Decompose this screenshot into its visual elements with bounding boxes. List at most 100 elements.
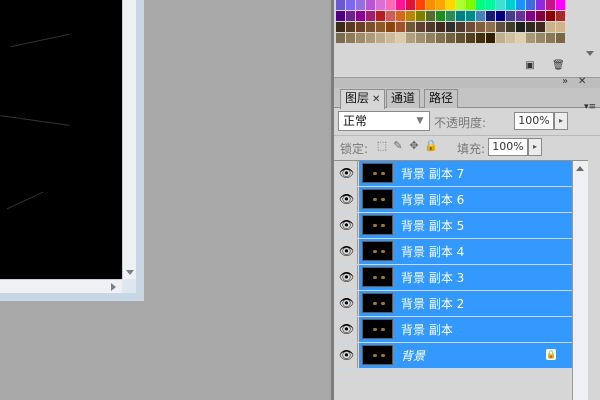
chevron-down-icon[interactable]: ▼ xyxy=(413,112,427,130)
color-swatch[interactable] xyxy=(516,0,525,10)
color-swatch[interactable] xyxy=(346,22,355,32)
color-swatch[interactable] xyxy=(516,33,525,43)
color-swatch[interactable] xyxy=(346,33,355,43)
color-swatch[interactable] xyxy=(356,22,365,32)
color-swatch[interactable] xyxy=(426,11,435,21)
color-swatch[interactable] xyxy=(456,22,465,32)
color-swatch[interactable] xyxy=(436,0,445,10)
layer-row[interactable]: 👁 背景 副本 5 xyxy=(334,213,572,239)
color-swatch[interactable] xyxy=(336,33,345,43)
color-swatch[interactable] xyxy=(436,33,445,43)
eye-icon[interactable]: 👁 xyxy=(339,219,354,231)
color-swatch[interactable] xyxy=(416,33,425,43)
color-swatch[interactable] xyxy=(426,0,435,10)
color-swatch[interactable] xyxy=(406,22,415,32)
visibility-toggle[interactable]: 👁 xyxy=(334,161,358,186)
color-swatch[interactable] xyxy=(396,0,405,10)
color-swatch[interactable] xyxy=(506,0,515,10)
color-swatch[interactable] xyxy=(466,22,475,32)
layer-row[interactable]: 👁 背景 副本 3 xyxy=(334,265,572,291)
scroll-up-arrow-icon[interactable] xyxy=(576,166,584,171)
color-swatch[interactable] xyxy=(406,33,415,43)
lock-all-icon[interactable]: 🔒 xyxy=(424,140,438,152)
color-swatch[interactable] xyxy=(526,22,535,32)
color-swatch[interactable] xyxy=(526,0,535,10)
color-swatch[interactable] xyxy=(386,33,395,43)
scroll-down-arrow-icon[interactable] xyxy=(126,270,134,275)
color-swatch[interactable] xyxy=(356,11,365,21)
color-swatch[interactable] xyxy=(456,11,465,21)
color-swatch[interactable] xyxy=(366,33,375,43)
layer-body[interactable]: 背景 副本 3 xyxy=(359,265,572,290)
color-swatch[interactable] xyxy=(466,33,475,43)
eye-icon[interactable]: 👁 xyxy=(339,193,354,205)
document-horizontal-scrollbar[interactable] xyxy=(0,279,122,293)
color-swatch[interactable] xyxy=(446,11,455,21)
color-swatch[interactable] xyxy=(376,11,385,21)
color-swatch[interactable] xyxy=(476,33,485,43)
color-swatch[interactable] xyxy=(486,33,495,43)
tab-channels[interactable]: 通道 xyxy=(386,89,421,108)
color-swatch[interactable] xyxy=(446,33,455,43)
close-tab-icon[interactable]: ✕ xyxy=(372,94,380,105)
layer-body[interactable]: 背景 副本 5 xyxy=(359,213,572,238)
color-swatch[interactable] xyxy=(366,0,375,10)
color-swatch[interactable] xyxy=(456,0,465,10)
color-swatch[interactable] xyxy=(456,33,465,43)
color-swatch[interactable] xyxy=(556,33,565,43)
color-swatch[interactable] xyxy=(406,0,415,10)
new-swatch-icon[interactable]: ▣ xyxy=(524,60,536,72)
document-vertical-scrollbar[interactable] xyxy=(122,0,136,279)
eye-icon[interactable]: 👁 xyxy=(339,245,354,257)
color-swatch[interactable] xyxy=(486,11,495,21)
collapse-panel-icon[interactable]: » xyxy=(562,76,568,87)
color-swatch[interactable] xyxy=(416,11,425,21)
visibility-toggle[interactable]: 👁 xyxy=(334,187,358,212)
layer-row[interactable]: 👁 背景 副本 2 xyxy=(334,291,572,317)
blend-mode-select[interactable]: 正常 ▼ xyxy=(338,111,430,131)
eye-icon[interactable]: 👁 xyxy=(339,271,354,283)
color-swatch[interactable] xyxy=(336,0,345,10)
visibility-toggle[interactable]: 👁 xyxy=(334,239,358,264)
color-swatch[interactable] xyxy=(546,0,555,10)
visibility-toggle[interactable]: 👁 xyxy=(334,291,358,316)
layer-row[interactable]: 👁 背景 副本 4 xyxy=(334,239,572,265)
color-swatch[interactable] xyxy=(556,22,565,32)
color-swatch[interactable] xyxy=(516,11,525,21)
color-swatch[interactable] xyxy=(476,22,485,32)
scroll-right-arrow-icon[interactable] xyxy=(111,283,116,291)
visibility-toggle[interactable]: 👁 xyxy=(334,317,358,342)
color-swatch[interactable] xyxy=(516,22,525,32)
layer-body[interactable]: 背景 副本 7 xyxy=(359,161,572,186)
visibility-toggle[interactable]: 👁 xyxy=(334,213,358,238)
fill-slider-arrow-icon[interactable]: ▸ xyxy=(528,138,542,156)
fill-input[interactable]: 100% xyxy=(488,138,528,156)
layer-body[interactable]: 背景 副本 2 xyxy=(359,291,572,316)
color-swatch[interactable] xyxy=(496,11,505,21)
color-swatch[interactable] xyxy=(466,0,475,10)
eye-icon[interactable]: 👁 xyxy=(339,323,354,335)
opacity-slider-arrow-icon[interactable]: ▸ xyxy=(554,112,568,130)
tab-layers[interactable]: 图层 ✕ xyxy=(340,89,386,109)
color-swatch[interactable] xyxy=(366,11,375,21)
color-swatch[interactable] xyxy=(466,11,475,21)
color-swatch[interactable] xyxy=(526,11,535,21)
trash-icon[interactable]: 🗑 xyxy=(552,60,565,72)
color-swatch[interactable] xyxy=(416,22,425,32)
color-swatch[interactable] xyxy=(376,22,385,32)
color-swatch[interactable] xyxy=(386,22,395,32)
color-swatch[interactable] xyxy=(426,22,435,32)
color-swatch[interactable] xyxy=(496,22,505,32)
layer-row[interactable]: 👁 背景 🔒 xyxy=(334,343,572,369)
layer-body[interactable]: 背景 副本 xyxy=(359,317,572,342)
color-swatch[interactable] xyxy=(506,33,515,43)
lock-position-icon[interactable]: ✥ xyxy=(408,140,420,152)
layer-row[interactable]: 👁 背景 副本 6 xyxy=(334,187,572,213)
document-canvas[interactable] xyxy=(0,0,122,279)
color-swatch[interactable] xyxy=(536,22,545,32)
color-swatch[interactable] xyxy=(546,22,555,32)
color-swatch[interactable] xyxy=(446,22,455,32)
color-swatch[interactable] xyxy=(436,11,445,21)
layer-body[interactable]: 背景 副本 6 xyxy=(359,187,572,212)
eye-icon[interactable]: 👁 xyxy=(339,349,354,361)
